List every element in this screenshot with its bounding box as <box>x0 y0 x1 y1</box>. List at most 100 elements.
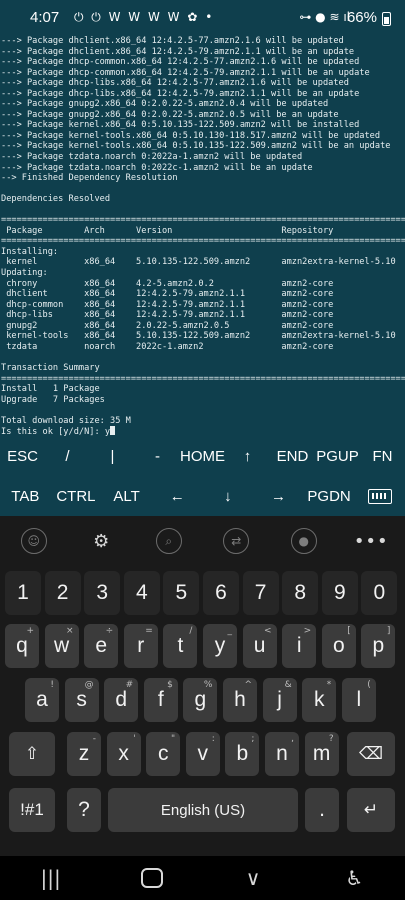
number-key[interactable]: 0 <box>361 571 398 615</box>
zxcv-row: ⇧ z - x ' c " v: b; n, m? ⌫ <box>0 732 405 776</box>
key-hint: / <box>189 626 193 636</box>
letter-key[interactable]: q + <box>5 624 39 668</box>
key-hint: _ <box>227 626 233 636</box>
home-button[interactable] <box>101 868 202 888</box>
letter-key[interactable]: p] <box>361 624 396 668</box>
keyboard-toggle-icon[interactable] <box>354 476 405 516</box>
more-icon[interactable]: ••• <box>338 531 405 552</box>
terminal-view[interactable]: ---> Package dhclient.x86_64 12:4.2.5-77… <box>0 34 405 436</box>
extra-key[interactable]: - <box>135 436 180 476</box>
letter-key[interactable]: b; <box>225 732 260 776</box>
letter-key[interactable]: n, <box>265 732 299 776</box>
symbols-key[interactable]: !#1 <box>9 788 55 832</box>
number-key[interactable]: 8 <box>282 571 319 615</box>
extra-key[interactable]: TAB <box>0 476 51 516</box>
key-label: w <box>54 634 70 657</box>
extra-key[interactable]: PGUP <box>315 436 360 476</box>
key-label: c <box>157 742 169 765</box>
soft-keyboard: ☺ ⚙ ⌕ ⇄ ● ••• 1234567890 q + w × e ÷ r = t / y _ u < i… <box>0 516 405 856</box>
letter-key[interactable]: h ^ <box>223 678 257 722</box>
extra-key[interactable]: PGDN <box>304 476 355 516</box>
back-icon[interactable]: ∨ <box>203 866 304 890</box>
letter-key[interactable]: t / <box>163 624 198 668</box>
period-key[interactable]: . <box>305 788 339 832</box>
extra-key[interactable]: FN <box>360 436 405 476</box>
terminal-line: ---> Package kernel-tools.x86_64 0:5.10.… <box>1 141 391 152</box>
key-hint: * <box>326 680 332 690</box>
key-label: q <box>16 634 28 657</box>
letter-key[interactable]: r = <box>123 624 158 668</box>
extra-keys-row-1: ESC / | - HOME ↑ END PGUP FN <box>0 436 405 476</box>
extra-key[interactable]: ← <box>152 476 203 516</box>
shift-key[interactable]: ⇧ <box>9 732 55 776</box>
letter-key[interactable]: k * <box>302 678 337 722</box>
key-hint: & <box>284 680 292 690</box>
letter-key[interactable]: o[ <box>321 624 356 668</box>
enter-key[interactable]: ↵ <box>347 788 395 832</box>
accessibility-icon[interactable]: ♿ <box>304 866 405 890</box>
letter-key[interactable]: s @ <box>64 678 99 722</box>
number-key[interactable]: 3 <box>84 571 121 615</box>
translate-icon[interactable]: ⇄ <box>203 528 271 554</box>
extra-key[interactable]: ALT <box>101 476 152 516</box>
key-hint: ' <box>133 734 136 744</box>
extra-key[interactable]: ↓ <box>203 476 254 516</box>
letter-key[interactable]: u < <box>242 624 277 668</box>
key-label: n <box>276 742 288 765</box>
terminal-line: ========================================… <box>1 373 405 384</box>
letter-key[interactable]: g% <box>183 678 218 722</box>
extra-key[interactable]: → <box>253 476 304 516</box>
key-hint: ? <box>328 734 334 744</box>
letter-key[interactable]: d # <box>104 678 139 722</box>
extra-key[interactable]: CTRL <box>51 476 102 516</box>
letter-key[interactable]: y _ <box>203 624 237 668</box>
extra-key[interactable]: HOME <box>180 436 225 476</box>
extra-key[interactable]: ↑ <box>225 436 270 476</box>
extra-key[interactable]: END <box>270 436 315 476</box>
number-key[interactable]: 2 <box>44 571 81 615</box>
key-label: m <box>312 742 331 765</box>
number-key[interactable]: 6 <box>203 571 239 615</box>
key-hint: $ <box>167 680 173 690</box>
letter-key[interactable]: c " <box>146 732 181 776</box>
backspace-key[interactable]: ⌫ <box>347 732 395 776</box>
search-icon[interactable]: ⌕ <box>135 528 203 554</box>
number-key[interactable]: 9 <box>321 571 358 615</box>
settings-icon[interactable]: ⚙ <box>68 531 136 552</box>
letter-key[interactable]: v: <box>185 732 220 776</box>
letter-key[interactable]: a! <box>25 678 59 722</box>
terminal-line: ---> Package tzdata.noarch 0:2022a-1.amz… <box>1 152 303 163</box>
letter-key[interactable]: m? <box>304 732 339 776</box>
letter-key[interactable]: i > <box>282 624 317 668</box>
number-key[interactable]: 1 <box>5 571 41 615</box>
letter-key[interactable]: l( <box>341 678 376 722</box>
battery-icon <box>382 12 391 26</box>
question-key[interactable]: ? <box>67 788 101 832</box>
letter-key[interactable]: x ' <box>106 732 141 776</box>
key-label: i <box>296 634 302 657</box>
key-label: z <box>78 742 90 765</box>
microphone-icon[interactable]: ● <box>270 528 338 554</box>
letter-key[interactable]: f $ <box>143 678 178 722</box>
number-key[interactable]: 5 <box>163 571 200 615</box>
extra-key[interactable]: ESC <box>0 436 45 476</box>
number-row: 1234567890 <box>0 571 405 615</box>
terminal-line: Dependencies Resolved <box>1 194 111 205</box>
number-key[interactable]: 7 <box>242 571 279 615</box>
key-label: b <box>236 742 249 765</box>
space-bar[interactable]: English (US) <box>108 788 298 832</box>
terminal-line: Installing: <box>1 246 59 257</box>
letter-key[interactable]: z- <box>67 732 101 776</box>
terminal-line: ---> Package kernel.x86_64 0:5.10.135-12… <box>1 120 360 131</box>
letter-key[interactable]: e ÷ <box>84 624 119 668</box>
extra-key[interactable]: | <box>90 436 135 476</box>
recent-apps-icon[interactable]: ||| <box>0 866 101 890</box>
number-key[interactable]: 4 <box>123 571 160 615</box>
extra-key[interactable]: / <box>45 436 90 476</box>
emoji-icon[interactable]: ☺ <box>0 528 68 554</box>
letter-key[interactable]: j & <box>262 678 297 722</box>
terminal-line: gnupg2 x86_64 2.0.22-5.amzn2.0.5 amzn2-c… <box>6 320 334 331</box>
extra-keys-bar: ESC / | - HOME ↑ END PGUP FN TAB CTRL ALT ← ↓ → PGDN <box>0 436 405 516</box>
letter-key[interactable]: w × <box>44 624 79 668</box>
key-hint: = <box>145 626 153 636</box>
